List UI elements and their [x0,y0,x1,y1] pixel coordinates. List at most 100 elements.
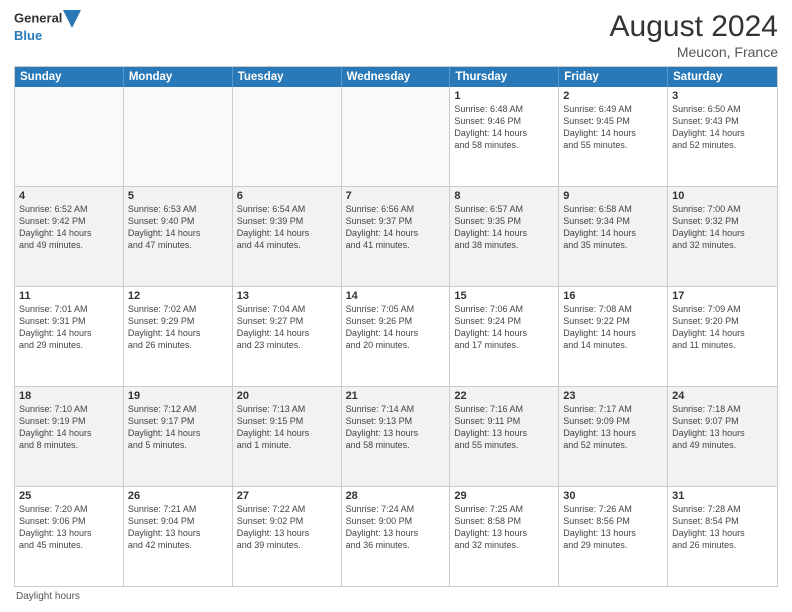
day-cell-10: 10Sunrise: 7:00 AMSunset: 9:32 PMDayligh… [668,187,777,286]
day-number-11: 11 [19,290,119,302]
day-info-26: Sunrise: 7:21 AMSunset: 9:04 PMDaylight:… [128,503,228,552]
day-info-15: Sunrise: 7:06 AMSunset: 9:24 PMDaylight:… [454,303,554,352]
day-number-17: 17 [672,290,773,302]
day-number-8: 8 [454,190,554,202]
day-info-25: Sunrise: 7:20 AMSunset: 9:06 PMDaylight:… [19,503,119,552]
logo-triangle-icon [63,10,81,28]
day-number-28: 28 [346,490,446,502]
day-info-21: Sunrise: 7:14 AMSunset: 9:13 PMDaylight:… [346,403,446,452]
week-row-3: 11Sunrise: 7:01 AMSunset: 9:31 PMDayligh… [15,286,777,386]
day-cell-empty [15,87,124,186]
day-number-21: 21 [346,390,446,402]
week-row-2: 4Sunrise: 6:52 AMSunset: 9:42 PMDaylight… [15,186,777,286]
header: General Blue August 2024 Meucon, France [14,10,778,60]
day-cell-16: 16Sunrise: 7:08 AMSunset: 9:22 PMDayligh… [559,287,668,386]
day-cell-24: 24Sunrise: 7:18 AMSunset: 9:07 PMDayligh… [668,387,777,486]
day-cell-27: 27Sunrise: 7:22 AMSunset: 9:02 PMDayligh… [233,487,342,586]
calendar: SundayMondayTuesdayWednesdayThursdayFrid… [14,66,778,587]
day-info-3: Sunrise: 6:50 AMSunset: 9:43 PMDaylight:… [672,103,773,152]
day-cell-4: 4Sunrise: 6:52 AMSunset: 9:42 PMDaylight… [15,187,124,286]
day-number-31: 31 [672,490,773,502]
day-info-19: Sunrise: 7:12 AMSunset: 9:17 PMDaylight:… [128,403,228,452]
day-cell-14: 14Sunrise: 7:05 AMSunset: 9:26 PMDayligh… [342,287,451,386]
day-cell-12: 12Sunrise: 7:02 AMSunset: 9:29 PMDayligh… [124,287,233,386]
logo-text: General Blue [14,10,81,44]
day-info-30: Sunrise: 7:26 AMSunset: 8:56 PMDaylight:… [563,503,663,552]
day-info-14: Sunrise: 7:05 AMSunset: 9:26 PMDaylight:… [346,303,446,352]
day-number-2: 2 [563,90,663,102]
day-info-2: Sunrise: 6:49 AMSunset: 9:45 PMDaylight:… [563,103,663,152]
day-cell-29: 29Sunrise: 7:25 AMSunset: 8:58 PMDayligh… [450,487,559,586]
day-info-12: Sunrise: 7:02 AMSunset: 9:29 PMDaylight:… [128,303,228,352]
day-number-24: 24 [672,390,773,402]
day-cell-18: 18Sunrise: 7:10 AMSunset: 9:19 PMDayligh… [15,387,124,486]
day-number-20: 20 [237,390,337,402]
day-number-22: 22 [454,390,554,402]
day-cell-1: 1Sunrise: 6:48 AMSunset: 9:46 PMDaylight… [450,87,559,186]
day-header-monday: Monday [124,67,233,87]
week-row-4: 18Sunrise: 7:10 AMSunset: 9:19 PMDayligh… [15,386,777,486]
calendar-body: 1Sunrise: 6:48 AMSunset: 9:46 PMDaylight… [15,87,777,586]
day-info-31: Sunrise: 7:28 AMSunset: 8:54 PMDaylight:… [672,503,773,552]
day-number-1: 1 [454,90,554,102]
day-number-4: 4 [19,190,119,202]
day-info-20: Sunrise: 7:13 AMSunset: 9:15 PMDaylight:… [237,403,337,452]
day-header-wednesday: Wednesday [342,67,451,87]
day-number-9: 9 [563,190,663,202]
day-cell-15: 15Sunrise: 7:06 AMSunset: 9:24 PMDayligh… [450,287,559,386]
day-number-29: 29 [454,490,554,502]
day-header-friday: Friday [559,67,668,87]
day-header-saturday: Saturday [668,67,777,87]
footer-note: Daylight hours [14,591,778,602]
day-info-7: Sunrise: 6:56 AMSunset: 9:37 PMDaylight:… [346,203,446,252]
day-cell-20: 20Sunrise: 7:13 AMSunset: 9:15 PMDayligh… [233,387,342,486]
day-cell-empty [342,87,451,186]
day-header-sunday: Sunday [15,67,124,87]
day-cell-3: 3Sunrise: 6:50 AMSunset: 9:43 PMDaylight… [668,87,777,186]
day-info-13: Sunrise: 7:04 AMSunset: 9:27 PMDaylight:… [237,303,337,352]
day-number-18: 18 [19,390,119,402]
day-info-9: Sunrise: 6:58 AMSunset: 9:34 PMDaylight:… [563,203,663,252]
day-info-1: Sunrise: 6:48 AMSunset: 9:46 PMDaylight:… [454,103,554,152]
day-info-17: Sunrise: 7:09 AMSunset: 9:20 PMDaylight:… [672,303,773,352]
day-number-19: 19 [128,390,228,402]
day-info-5: Sunrise: 6:53 AMSunset: 9:40 PMDaylight:… [128,203,228,252]
week-row-1: 1Sunrise: 6:48 AMSunset: 9:46 PMDaylight… [15,87,777,186]
day-cell-2: 2Sunrise: 6:49 AMSunset: 9:45 PMDaylight… [559,87,668,186]
day-cell-26: 26Sunrise: 7:21 AMSunset: 9:04 PMDayligh… [124,487,233,586]
day-info-11: Sunrise: 7:01 AMSunset: 9:31 PMDaylight:… [19,303,119,352]
day-info-16: Sunrise: 7:08 AMSunset: 9:22 PMDaylight:… [563,303,663,352]
calendar-header-row: SundayMondayTuesdayWednesdayThursdayFrid… [15,67,777,87]
day-cell-19: 19Sunrise: 7:12 AMSunset: 9:17 PMDayligh… [124,387,233,486]
day-header-tuesday: Tuesday [233,67,342,87]
page: General Blue August 2024 Meucon, France … [0,0,792,612]
day-info-8: Sunrise: 6:57 AMSunset: 9:35 PMDaylight:… [454,203,554,252]
day-info-23: Sunrise: 7:17 AMSunset: 9:09 PMDaylight:… [563,403,663,452]
day-number-7: 7 [346,190,446,202]
day-cell-9: 9Sunrise: 6:58 AMSunset: 9:34 PMDaylight… [559,187,668,286]
day-number-3: 3 [672,90,773,102]
month-year: August 2024 [610,10,778,44]
location: Meucon, France [610,44,778,60]
day-cell-17: 17Sunrise: 7:09 AMSunset: 9:20 PMDayligh… [668,287,777,386]
day-number-27: 27 [237,490,337,502]
day-number-12: 12 [128,290,228,302]
day-number-5: 5 [128,190,228,202]
day-info-28: Sunrise: 7:24 AMSunset: 9:00 PMDaylight:… [346,503,446,552]
day-cell-25: 25Sunrise: 7:20 AMSunset: 9:06 PMDayligh… [15,487,124,586]
daylight-label: Daylight hours [16,591,80,602]
logo: General Blue [14,10,81,44]
day-info-10: Sunrise: 7:00 AMSunset: 9:32 PMDaylight:… [672,203,773,252]
day-cell-30: 30Sunrise: 7:26 AMSunset: 8:56 PMDayligh… [559,487,668,586]
day-header-thursday: Thursday [450,67,559,87]
day-cell-6: 6Sunrise: 6:54 AMSunset: 9:39 PMDaylight… [233,187,342,286]
day-cell-22: 22Sunrise: 7:16 AMSunset: 9:11 PMDayligh… [450,387,559,486]
day-cell-28: 28Sunrise: 7:24 AMSunset: 9:00 PMDayligh… [342,487,451,586]
day-cell-13: 13Sunrise: 7:04 AMSunset: 9:27 PMDayligh… [233,287,342,386]
day-info-29: Sunrise: 7:25 AMSunset: 8:58 PMDaylight:… [454,503,554,552]
day-cell-23: 23Sunrise: 7:17 AMSunset: 9:09 PMDayligh… [559,387,668,486]
day-cell-31: 31Sunrise: 7:28 AMSunset: 8:54 PMDayligh… [668,487,777,586]
day-cell-5: 5Sunrise: 6:53 AMSunset: 9:40 PMDaylight… [124,187,233,286]
day-cell-8: 8Sunrise: 6:57 AMSunset: 9:35 PMDaylight… [450,187,559,286]
day-info-18: Sunrise: 7:10 AMSunset: 9:19 PMDaylight:… [19,403,119,452]
